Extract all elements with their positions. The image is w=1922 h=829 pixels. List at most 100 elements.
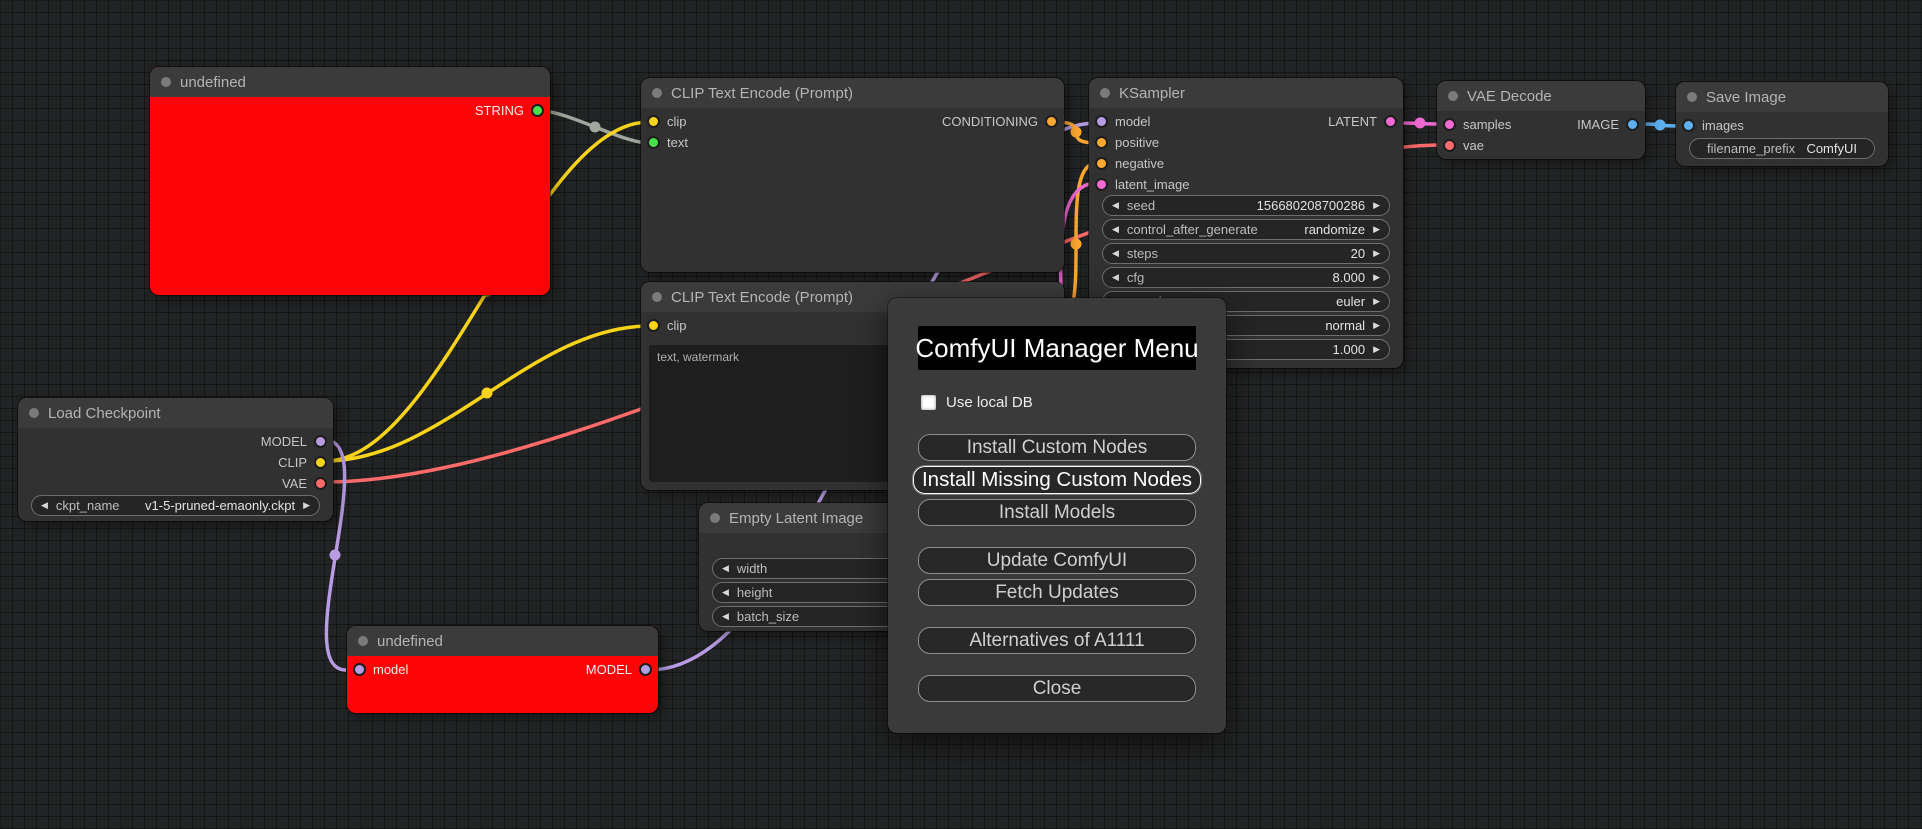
decrement-arrow-icon[interactable]: ◀ [722, 588, 729, 597]
widget-value: euler [1336, 294, 1366, 309]
collapse-dot-icon[interactable] [1687, 92, 1697, 102]
increment-arrow-icon[interactable]: ▶ [1373, 297, 1380, 306]
dialog-button-install-missing-custom-nodes[interactable]: Install Missing Custom Nodes [912, 465, 1202, 495]
dialog-button-fetch-updates[interactable]: Fetch Updates [918, 579, 1196, 606]
node-clip-text-encode-1[interactable]: CLIP Text Encode (Prompt) clip CONDITIONIN… [641, 78, 1064, 272]
node-title-bar[interactable]: VAE Decode [1437, 81, 1645, 111]
collapse-dot-icon[interactable] [652, 88, 662, 98]
decrement-arrow-icon[interactable]: ◀ [1112, 225, 1119, 234]
comfyui-canvas[interactable]: undefined STRING CLIP Text Encode (Prompt)… [0, 0, 1922, 829]
input-slot-images-dot[interactable] [1682, 119, 1695, 132]
use-local-db-row[interactable]: Use local DB [921, 394, 1196, 411]
input-slot-vae-dot[interactable] [1443, 139, 1456, 152]
collapse-dot-icon[interactable] [652, 292, 662, 302]
dialog-button-alternatives-of-a1111[interactable]: Alternatives of A1111 [918, 627, 1196, 654]
slot-row: positive [1089, 132, 1403, 153]
node-title-bar[interactable]: CLIP Text Encode (Prompt) [641, 78, 1064, 108]
node-save-image[interactable]: Save Image images filename_prefix ComfyUI [1676, 82, 1888, 166]
input-slot-text-dot[interactable] [647, 136, 660, 149]
output-slot-group: STRING [475, 103, 544, 118]
output-slot-LATENT-dot[interactable] [1384, 115, 1397, 128]
output-slot-label: VAE [281, 476, 307, 491]
node-undefined-model[interactable]: undefined model MODEL [347, 626, 658, 713]
use-local-db-checkbox[interactable] [921, 395, 936, 410]
slot-row: vae [1437, 135, 1645, 156]
node-title-bar[interactable]: KSampler [1089, 78, 1403, 108]
node-title-bar[interactable]: Save Image [1676, 82, 1888, 112]
collapse-dot-icon[interactable] [710, 513, 720, 523]
increment-arrow-icon[interactable]: ▶ [303, 501, 310, 510]
widget-seed[interactable]: ◀ seed 156680208700286 ▶ [1102, 195, 1390, 216]
node-vae-decode[interactable]: VAE Decode samples IMAGE vae [1437, 81, 1645, 159]
input-slot-negative-dot[interactable] [1095, 157, 1108, 170]
widget-filename_prefix[interactable]: filename_prefix ComfyUI [1689, 138, 1875, 159]
widget-ckpt_name[interactable]: ◀ ckpt_name v1-5-pruned-emaonly.ckpt ▶ [31, 495, 320, 516]
slot-row: samples IMAGE [1437, 114, 1645, 135]
input-slot-positive-dot[interactable] [1095, 136, 1108, 149]
dialog-button-list: Install Custom Nodes Install Missing Cust… [912, 434, 1202, 702]
input-slot-model-dot[interactable] [353, 663, 366, 676]
output-slot-STRING-dot[interactable] [531, 104, 544, 117]
widget-value: 1.000 [1332, 342, 1366, 357]
widget-steps[interactable]: ◀ steps 20 ▶ [1102, 243, 1390, 264]
node-undefined-string[interactable]: undefined STRING [150, 67, 550, 295]
widget-control_after_generate[interactable]: ◀ control_after_generate randomize ▶ [1102, 219, 1390, 240]
decrement-arrow-icon[interactable]: ◀ [1112, 249, 1119, 258]
collapse-dot-icon[interactable] [1100, 88, 1110, 98]
collapse-dot-icon[interactable] [29, 408, 39, 418]
increment-arrow-icon[interactable]: ▶ [1373, 249, 1380, 258]
widget-value: ComfyUI [1806, 141, 1857, 156]
widget-label: cfg [1126, 270, 1145, 285]
output-slot-CLIP-dot[interactable] [314, 456, 327, 469]
slot-row: VAE [18, 473, 333, 494]
output-slot-VAE-dot[interactable] [314, 477, 327, 490]
output-slot-label: CONDITIONING [941, 114, 1038, 129]
input-slot-group: clip [647, 318, 687, 333]
input-slot-clip-dot[interactable] [647, 319, 660, 332]
increment-arrow-icon[interactable]: ▶ [1373, 321, 1380, 330]
node-load-checkpoint[interactable]: Load Checkpoint MODEL CLIP VAE ◀ ckpt_name v1-… [18, 398, 333, 521]
input-slot-model-dot[interactable] [1095, 115, 1108, 128]
output-slot-MODEL-dot[interactable] [314, 435, 327, 448]
input-slot-label: model [373, 662, 409, 677]
use-local-db-label: Use local DB [946, 394, 1033, 411]
decrement-arrow-icon[interactable]: ◀ [722, 564, 729, 573]
slot-row: model LATENT [1089, 111, 1403, 132]
output-slot-IMAGE-dot[interactable] [1626, 118, 1639, 131]
dialog-button-group: Install Custom Nodes Install Missing Cust… [912, 434, 1202, 526]
decrement-arrow-icon[interactable]: ◀ [722, 612, 729, 621]
increment-arrow-icon[interactable]: ▶ [1373, 201, 1380, 210]
slot-row: STRING [150, 100, 550, 121]
increment-arrow-icon[interactable]: ▶ [1373, 225, 1380, 234]
dialog-button-install-models[interactable]: Install Models [918, 499, 1196, 526]
decrement-arrow-icon[interactable]: ◀ [1112, 201, 1119, 210]
output-slot-MODEL-dot[interactable] [639, 663, 652, 676]
slot-row: images [1676, 115, 1888, 136]
node-title-bar[interactable]: undefined [347, 626, 658, 656]
widget-cfg[interactable]: ◀ cfg 8.000 ▶ [1102, 267, 1390, 288]
input-slot-clip-dot[interactable] [647, 115, 660, 128]
dialog-button-close[interactable]: Close [918, 675, 1196, 702]
dialog-button-install-custom-nodes[interactable]: Install Custom Nodes [918, 434, 1196, 461]
decrement-arrow-icon[interactable]: ◀ [41, 501, 48, 510]
node-title-bar[interactable]: undefined [150, 67, 550, 97]
input-slot-label: samples [1463, 117, 1512, 132]
collapse-dot-icon[interactable] [1448, 91, 1458, 101]
output-slot-CONDITIONING-dot[interactable] [1045, 115, 1058, 128]
wire-midpoint-dot [329, 549, 341, 561]
input-slot-label: vae [1463, 138, 1484, 153]
dialog-button-update-comfyui[interactable]: Update ComfyUI [918, 547, 1196, 574]
increment-arrow-icon[interactable]: ▶ [1373, 345, 1380, 354]
input-slot-samples-dot[interactable] [1443, 118, 1456, 131]
increment-arrow-icon[interactable]: ▶ [1373, 273, 1380, 282]
collapse-dot-icon[interactable] [161, 77, 171, 87]
collapse-dot-icon[interactable] [358, 636, 368, 646]
slot-row: CLIP [18, 452, 333, 473]
input-slot-latent_image-dot[interactable] [1095, 178, 1108, 191]
node-title-bar[interactable]: Load Checkpoint [18, 398, 333, 428]
input-slot-group: clip [647, 114, 687, 129]
dialog-button-group: Update ComfyUI Fetch Updates [918, 547, 1196, 606]
decrement-arrow-icon[interactable]: ◀ [1112, 273, 1119, 282]
output-slot-group: IMAGE [1577, 117, 1639, 132]
output-slot-group: CONDITIONING [942, 114, 1058, 129]
